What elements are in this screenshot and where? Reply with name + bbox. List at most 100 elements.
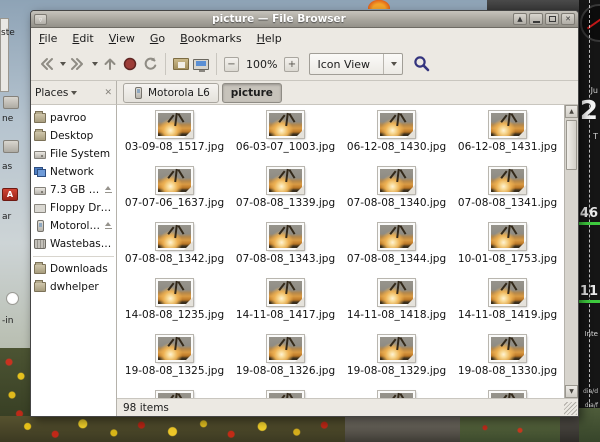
sidebar-item-volume[interactable]: 7.3 GB Files...: [31, 181, 116, 199]
sidebar-item-downloads[interactable]: Downloads: [31, 260, 116, 278]
vertical-scrollbar[interactable]: ▲ ▼: [564, 105, 578, 398]
eject-icon[interactable]: [104, 186, 113, 194]
menu-help[interactable]: Help: [257, 32, 282, 45]
shade-button[interactable]: ▲: [513, 13, 527, 25]
desktop-icon-label-fragment: as: [2, 162, 12, 172]
sidebar-item-wastebasket[interactable]: Wastebasket: [31, 235, 116, 253]
file-name: 07-08-08_1340.jpg: [347, 197, 446, 209]
file-item[interactable]: 06-12-08_1430.jpg: [341, 107, 452, 163]
view-mode-select[interactable]: Icon View: [309, 53, 403, 75]
menu-file[interactable]: File: [39, 32, 57, 45]
titlebar[interactable]: ▿ picture — File Browser ▲ ✕: [31, 11, 578, 28]
side-pane-title[interactable]: Places: [35, 87, 68, 99]
search-button[interactable]: [411, 51, 433, 77]
zoom-in-button[interactable]: +: [282, 51, 301, 77]
image-thumbnail: [156, 111, 193, 138]
desktop-icon[interactable]: [3, 96, 19, 109]
file-item[interactable]: 14-11-08_1418.jpg: [341, 275, 452, 331]
image-thumbnail: [489, 391, 526, 398]
menu-view[interactable]: View: [109, 32, 135, 45]
file-item[interactable]: 14-11-08_1417.jpg: [230, 275, 341, 331]
breadcrumb-current-button[interactable]: picture: [222, 83, 282, 103]
image-thumbnail: [489, 111, 526, 138]
combo-dropdown-button[interactable]: [384, 62, 402, 66]
sidebar-item-home[interactable]: pavroo: [31, 109, 116, 127]
stop-button[interactable]: [120, 51, 140, 77]
home-button[interactable]: [171, 51, 191, 77]
image-thumbnail: [489, 279, 526, 306]
sidebar-item-label: Wastebasket: [50, 238, 113, 250]
desktop-icon-red[interactable]: A: [2, 188, 18, 201]
menu-bookmarks[interactable]: Bookmarks: [180, 32, 241, 45]
desktop-icon-label-fragment: -in: [2, 316, 13, 326]
minimize-button[interactable]: [529, 13, 543, 25]
file-name: 19-08-08_1330.jpg: [458, 365, 557, 377]
file-item[interactable]: 19-08-08_1325.jpg: [119, 331, 230, 387]
up-button[interactable]: [100, 51, 120, 77]
reload-button[interactable]: [140, 51, 160, 77]
scrollbar-thumb[interactable]: [566, 120, 577, 170]
drive-icon: [34, 151, 46, 159]
back-button[interactable]: [36, 51, 56, 77]
file-item[interactable]: 07-08-08_1340.jpg: [341, 163, 452, 219]
file-item-partial[interactable]: [230, 387, 341, 398]
file-name: 06-03-07_1003.jpg: [236, 141, 335, 153]
file-name: 10-01-08_1753.jpg: [458, 253, 557, 265]
file-item-partial[interactable]: [452, 387, 563, 398]
file-item[interactable]: 06-03-07_1003.jpg: [230, 107, 341, 163]
scroll-up-button[interactable]: ▲: [565, 105, 578, 118]
file-item[interactable]: 07-08-08_1341.jpg: [452, 163, 563, 219]
file-item[interactable]: 19-08-08_1326.jpg: [230, 331, 341, 387]
menu-go[interactable]: Go: [150, 32, 165, 45]
file-name: 06-12-08_1431.jpg: [458, 141, 557, 153]
file-item[interactable]: 07-07-06_1637.jpg: [119, 163, 230, 219]
drive-icon: [34, 187, 46, 195]
zoom-out-button[interactable]: −: [222, 51, 241, 77]
sidebar-item-dwhelper[interactable]: dwhelper: [31, 278, 116, 296]
scroll-down-button[interactable]: ▼: [565, 385, 578, 398]
file-item[interactable]: 07-08-08_1343.jpg: [230, 219, 341, 275]
file-item-partial[interactable]: [341, 387, 452, 398]
sidebar-item-desktop[interactable]: Desktop: [31, 127, 116, 145]
back-history-dropdown[interactable]: [56, 51, 68, 77]
forward-history-dropdown[interactable]: [88, 51, 100, 77]
file-item[interactable]: 07-08-08_1339.jpg: [230, 163, 341, 219]
maximize-button[interactable]: [545, 13, 559, 25]
image-thumbnail: [267, 335, 304, 362]
window-menu-icon[interactable]: ▿: [34, 14, 47, 25]
breadcrumb-parent-button[interactable]: Motorola L6: [123, 83, 219, 103]
icon-view[interactable]: 03-09-08_1517.jpg 06-03-07_1003.jpg 06-1…: [117, 105, 578, 398]
monitor-bar: [579, 300, 600, 303]
file-name: 14-11-08_1417.jpg: [236, 309, 335, 321]
file-name: 19-08-08_1326.jpg: [236, 365, 335, 377]
close-side-pane-icon[interactable]: ✕: [104, 88, 112, 98]
menu-edit[interactable]: Edit: [72, 32, 93, 45]
statusbar: 98 items: [117, 398, 578, 416]
file-item[interactable]: 03-09-08_1517.jpg: [119, 107, 230, 163]
file-item[interactable]: 07-08-08_1344.jpg: [341, 219, 452, 275]
phone-icon: [135, 87, 142, 99]
file-item[interactable]: 19-08-08_1329.jpg: [341, 331, 452, 387]
sidebar-item-network[interactable]: Network: [31, 163, 116, 181]
sidebar-item-filesystem[interactable]: File System: [31, 145, 116, 163]
chevron-down-icon[interactable]: [71, 91, 77, 95]
file-item[interactable]: 07-08-08_1342.jpg: [119, 219, 230, 275]
desktop-icon-round[interactable]: [6, 292, 19, 305]
sidebar-item-motorola[interactable]: Motorola L6: [31, 217, 116, 235]
desktop-icon-label-fragment: ar: [2, 212, 11, 222]
file-item[interactable]: 10-01-08_1753.jpg: [452, 219, 563, 275]
file-item[interactable]: 14-08-08_1235.jpg: [119, 275, 230, 331]
forward-button[interactable]: [68, 51, 88, 77]
computer-button[interactable]: [191, 51, 211, 77]
file-item[interactable]: 19-08-08_1330.jpg: [452, 331, 563, 387]
zoom-level: 100%: [246, 58, 277, 71]
file-item[interactable]: 14-11-08_1419.jpg: [452, 275, 563, 331]
file-item[interactable]: 06-12-08_1431.jpg: [452, 107, 563, 163]
eject-icon[interactable]: [104, 222, 113, 230]
zoom-in-icon: +: [284, 57, 299, 72]
desktop-icon[interactable]: [3, 140, 19, 153]
sidebar-item-floppy[interactable]: Floppy Drive: [31, 199, 116, 217]
close-button[interactable]: ✕: [561, 13, 575, 25]
resize-grip[interactable]: [564, 402, 577, 415]
file-item-partial[interactable]: [119, 387, 230, 398]
